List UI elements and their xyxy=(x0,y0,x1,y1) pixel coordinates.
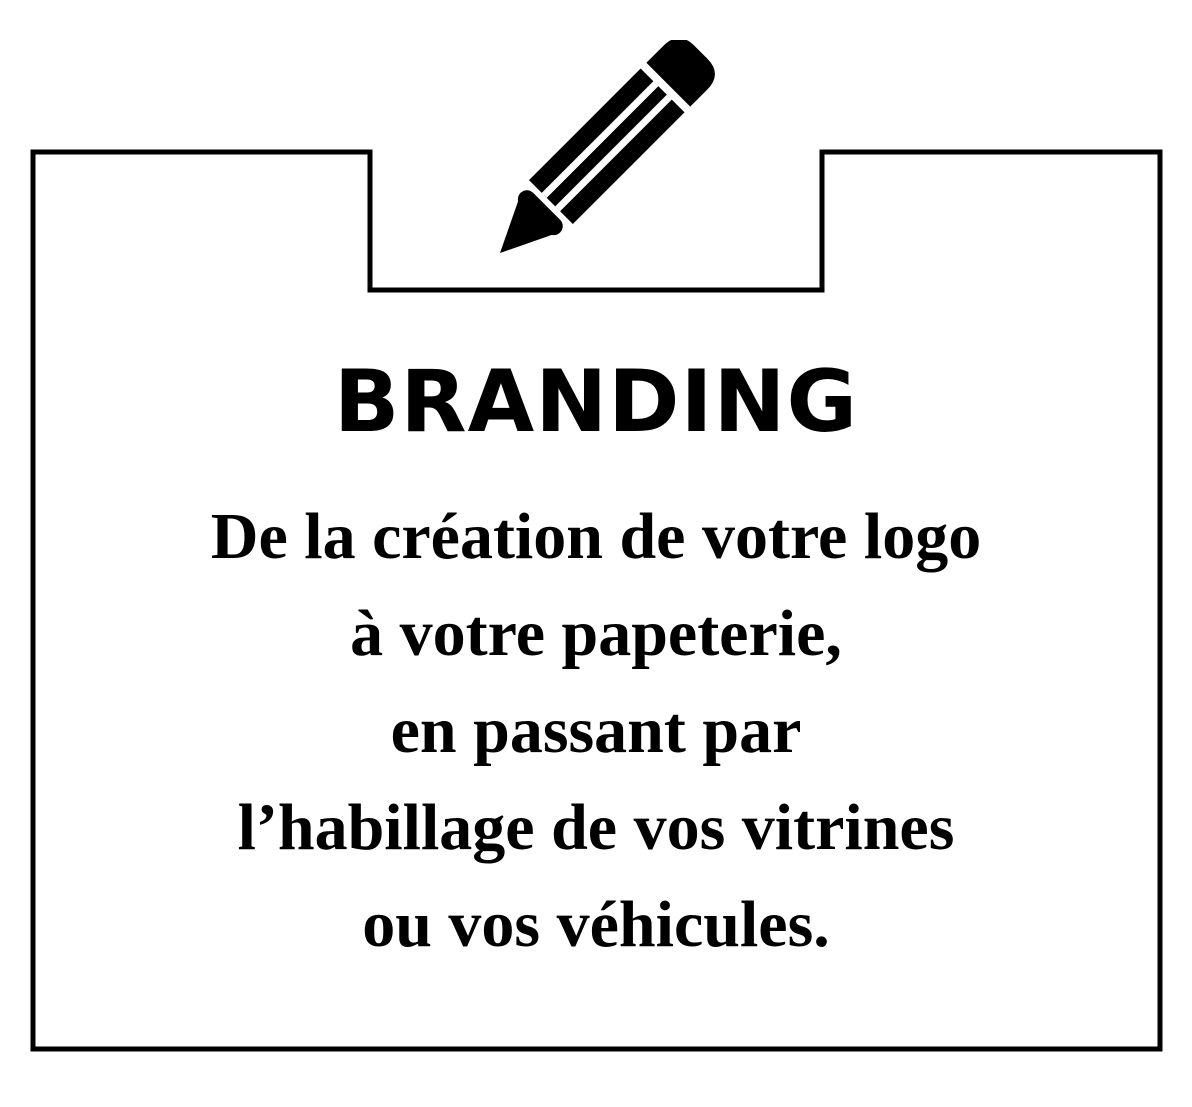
pencil-icon xyxy=(500,40,715,253)
description-line: en passant par xyxy=(390,694,802,767)
description-line: ou vos véhicules. xyxy=(362,888,830,961)
card-description: De la création de votre logo à votre pap… xyxy=(60,488,1132,973)
description-line: à votre papeterie, xyxy=(350,597,842,670)
description-line: l’habillage de vos vitrines xyxy=(237,791,955,864)
branding-card: BRANDING De la création de votre logo à … xyxy=(0,0,1192,1107)
card-title: BRANDING xyxy=(333,352,859,452)
description-line: De la création de votre logo xyxy=(210,500,982,573)
